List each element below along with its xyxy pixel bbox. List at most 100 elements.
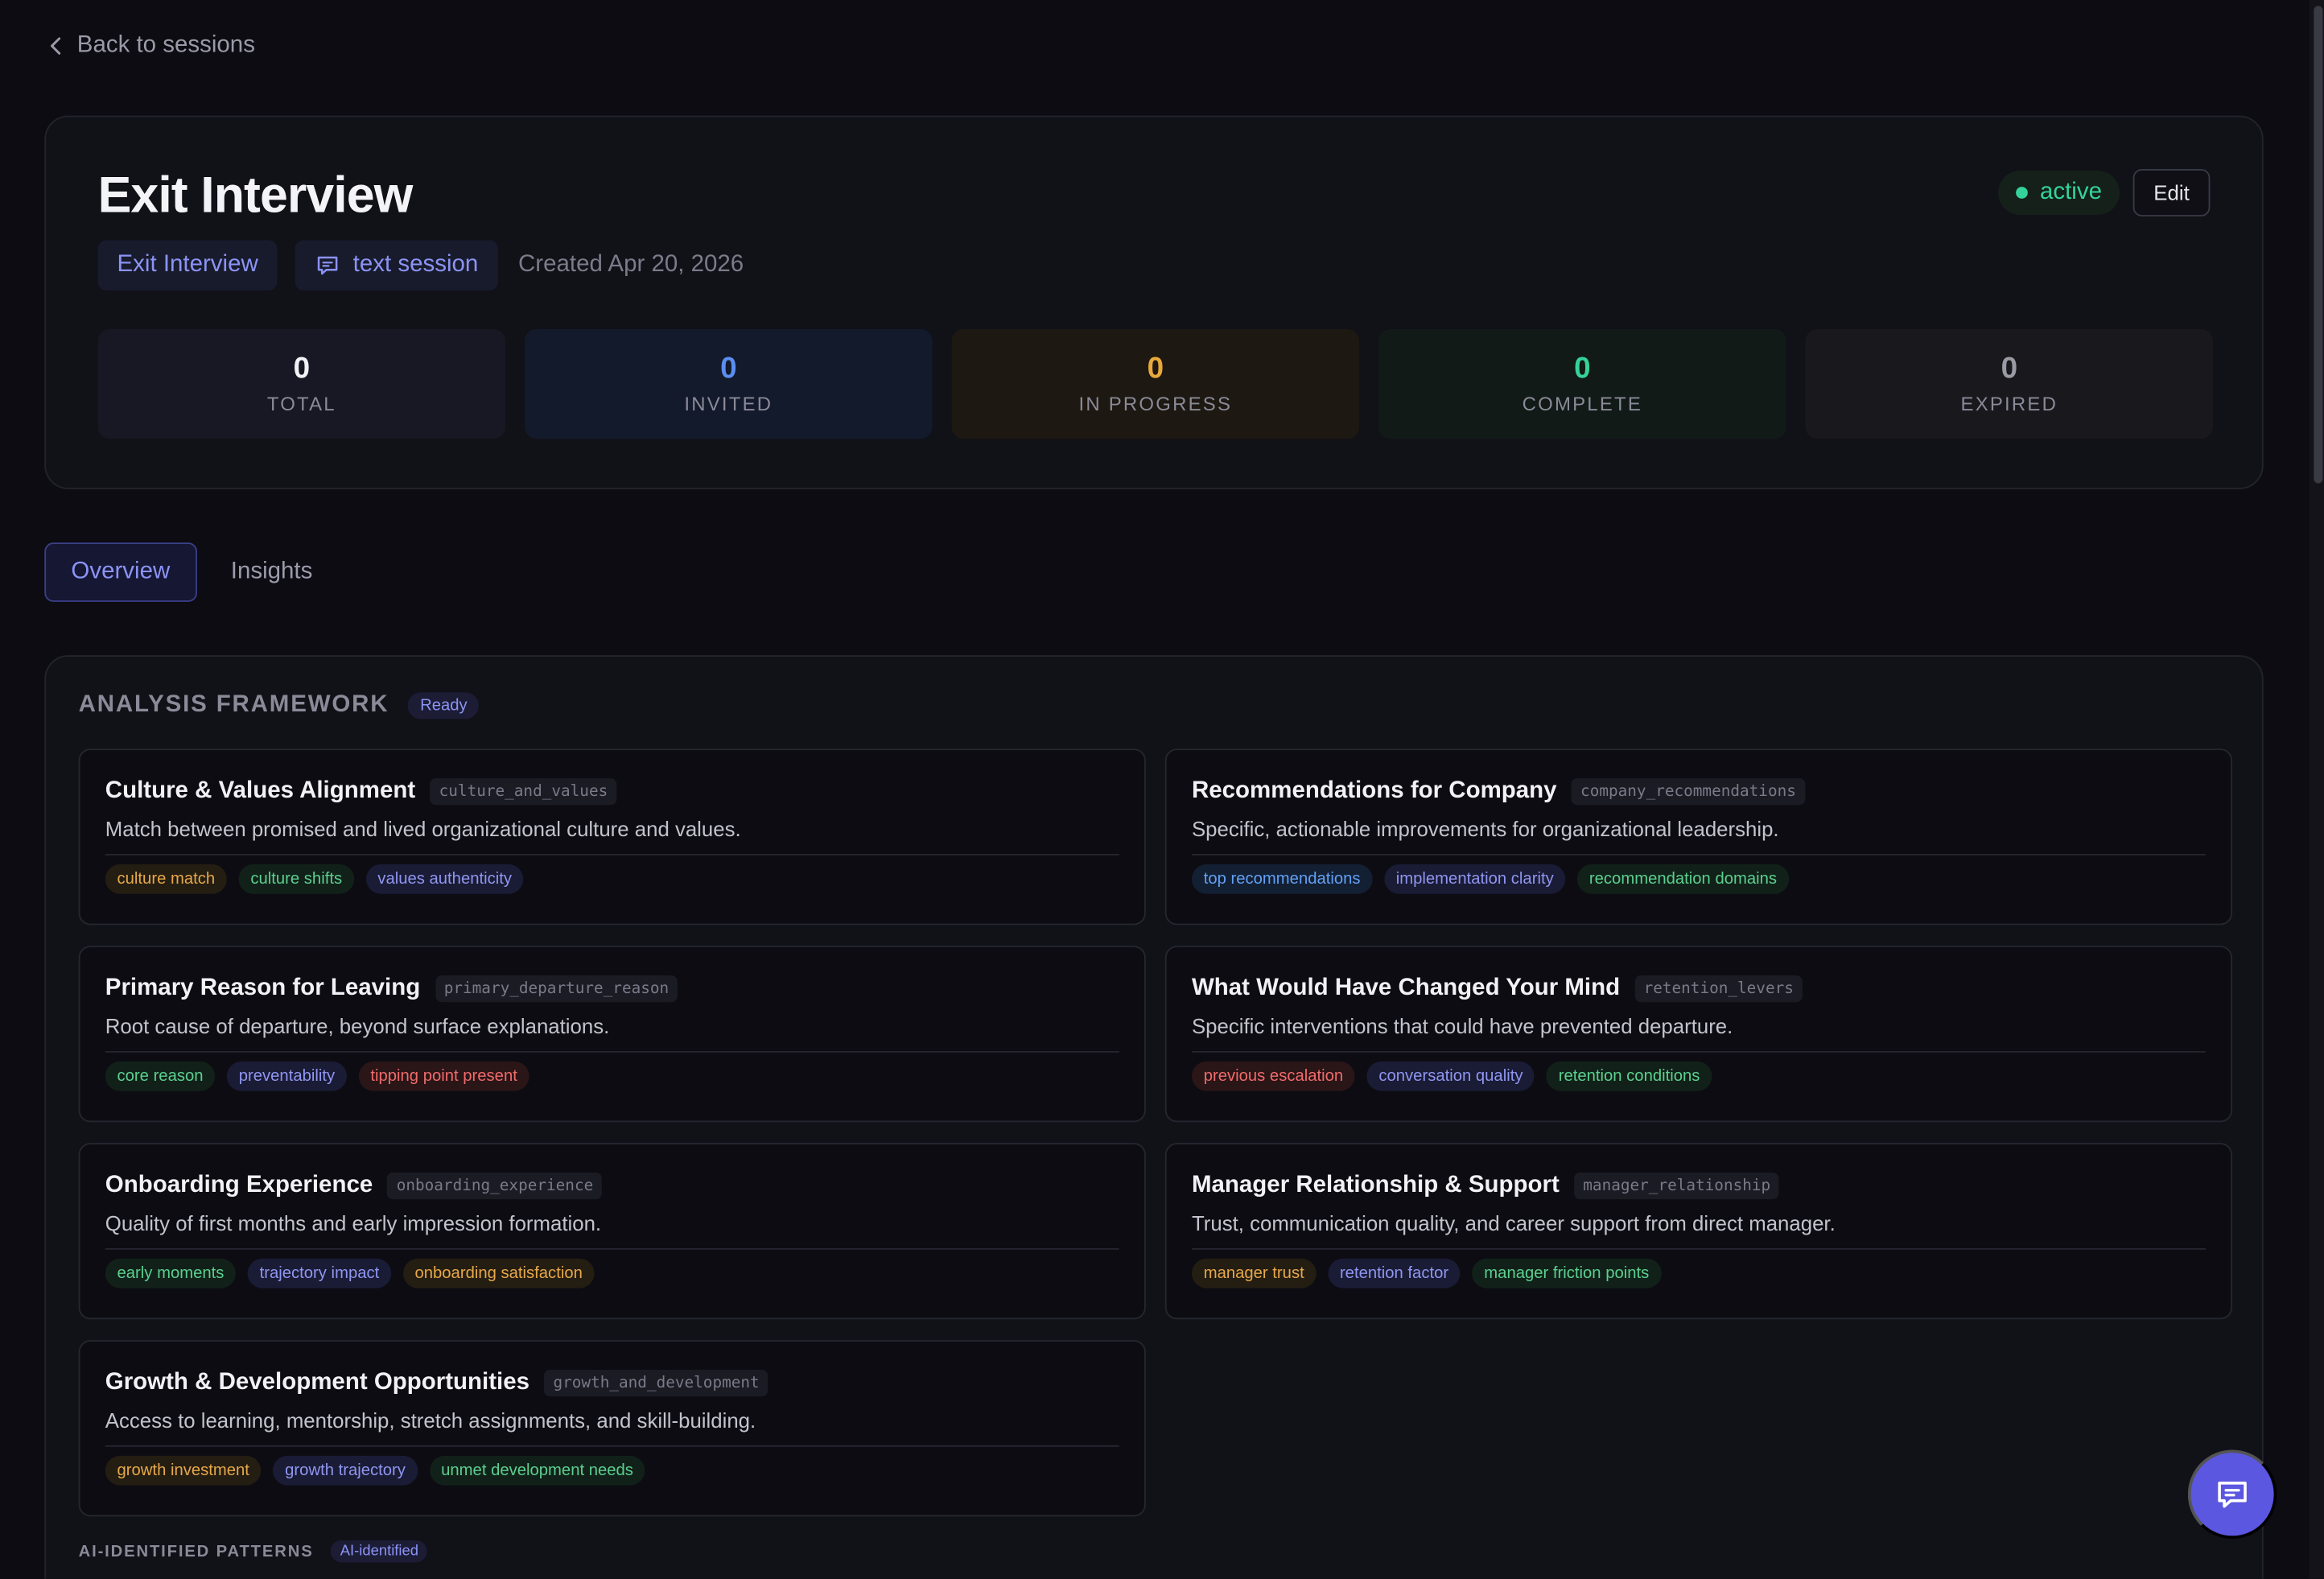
- dimension-tags: early moments trajectory impact onboardi…: [105, 1258, 1119, 1288]
- signal-tag: core reason: [105, 1061, 216, 1091]
- stat-in-progress-label: IN PROGRESS: [1078, 393, 1233, 415]
- signal-tag: growth investment: [105, 1455, 262, 1486]
- ai-patterns-badge: AI-identified: [331, 1540, 428, 1563]
- dimension-description: Access to learning, mentorship, stretch …: [105, 1408, 1119, 1447]
- signal-tag: previous escalation: [1191, 1061, 1355, 1091]
- signal-tag: manager trust: [1191, 1258, 1317, 1288]
- stat-expired: 0 EXPIRED: [1805, 328, 2214, 439]
- dimension-grid: Culture & Values Alignment culture_and_va…: [78, 748, 2233, 1517]
- dimension-tags: core reason preventability tipping point…: [105, 1061, 1119, 1091]
- framework-header: ANALYSIS FRAMEWORK Ready: [79, 692, 480, 719]
- signal-tag: recommendation domains: [1577, 864, 1789, 894]
- tab-bar: Overview Insights: [44, 542, 337, 602]
- chevron-left-icon: [50, 37, 61, 55]
- dimension-tags: top recommendations implementation clari…: [1191, 864, 2206, 894]
- dimension-description: Specific, actionable improvements for or…: [1191, 817, 2206, 855]
- stat-invited-value: 0: [720, 352, 737, 385]
- status-label: active: [2039, 179, 2102, 205]
- signal-tag: retention factor: [1328, 1258, 1461, 1288]
- dimension-title: Manager Relationship & Support: [1191, 1173, 1560, 1198]
- stat-complete-label: COMPLETE: [1522, 393, 1643, 415]
- dimension-tags: culture match culture shifts values auth…: [105, 864, 1119, 894]
- back-link-label: Back to sessions: [76, 32, 255, 58]
- message-square-icon: [318, 256, 338, 275]
- stats-row: 0 TOTAL 0 INVITED 0 IN PROGRESS 0 COMPLE…: [97, 328, 2214, 439]
- status-dot-icon: [2016, 187, 2029, 199]
- stat-invited-label: INVITED: [684, 393, 773, 415]
- scrollbar-thumb[interactable]: [2314, 6, 2323, 484]
- dimension-title: Culture & Values Alignment: [105, 778, 416, 804]
- stat-expired-label: EXPIRED: [1960, 393, 2058, 415]
- signal-tag: trajectory impact: [247, 1258, 392, 1288]
- tab-insights[interactable]: Insights: [205, 542, 337, 602]
- signal-tag: onboarding satisfaction: [402, 1258, 595, 1288]
- message-square-icon: [2218, 1481, 2247, 1508]
- stat-total: 0 TOTAL: [97, 328, 506, 439]
- dimension-card[interactable]: Manager Relationship & Support manager_re…: [1164, 1143, 2233, 1320]
- dimension-card[interactable]: Growth & Development Opportunities growth…: [78, 1340, 1146, 1517]
- signal-tag: culture match: [105, 864, 227, 894]
- dimension-title: Onboarding Experience: [105, 1173, 373, 1198]
- dimension-title: Primary Reason for Leaving: [105, 975, 421, 1001]
- tab-overview[interactable]: Overview: [44, 542, 197, 602]
- dimension-key: manager_relationship: [1574, 1173, 1780, 1200]
- stat-total-value: 0: [293, 352, 311, 385]
- status-badge: active: [1998, 170, 2120, 216]
- signal-tag: retention conditions: [1546, 1061, 1712, 1091]
- session-meta: Exit Interview text session Created Apr …: [97, 240, 744, 291]
- dimension-card[interactable]: Primary Reason for Leaving primary_depart…: [78, 946, 1146, 1123]
- ai-patterns-title: AI-IDENTIFIED PATTERNS: [78, 1542, 314, 1560]
- signal-tag: unmet development needs: [429, 1455, 645, 1486]
- dimension-key: primary_departure_reason: [435, 975, 678, 1003]
- dimension-title: Recommendations for Company: [1191, 778, 1557, 804]
- dimension-key: onboarding_experience: [387, 1173, 603, 1200]
- framework-status-badge: Ready: [408, 692, 480, 719]
- dimension-key: company_recommendations: [1572, 778, 1805, 806]
- dimension-tags: previous escalation conversation quality…: [1191, 1061, 2206, 1091]
- template-chip-label: Exit Interview: [117, 252, 258, 278]
- analysis-framework-card: ANALYSIS FRAMEWORK Ready Culture & Value…: [44, 655, 2264, 1579]
- created-date: Created Apr 20, 2026: [518, 252, 744, 278]
- dimension-title: What Would Have Changed Your Mind: [1191, 975, 1621, 1001]
- template-chip: Exit Interview: [97, 240, 278, 291]
- dimension-tags: growth investment growth trajectory unme…: [105, 1455, 1119, 1486]
- dimension-card[interactable]: Onboarding Experience onboarding_experien…: [78, 1143, 1146, 1320]
- dimension-description: Match between promised and lived organiz…: [105, 817, 1119, 855]
- session-detail-page: Back to sessions Exit Interview Exit Int…: [0, 0, 2324, 1579]
- dimension-description: Root cause of departure, beyond surface …: [105, 1014, 1119, 1053]
- dimension-card[interactable]: Culture & Values Alignment culture_and_va…: [78, 748, 1146, 926]
- dimension-card[interactable]: What Would Have Changed Your Mind retenti…: [1164, 946, 2233, 1123]
- stat-expired-value: 0: [2001, 352, 2018, 385]
- page-title: Exit Interview: [97, 167, 414, 225]
- dimension-key: growth_and_development: [544, 1370, 768, 1397]
- session-header-card: Exit Interview Exit Interview text sessi…: [44, 115, 2264, 489]
- signal-tag: early moments: [105, 1258, 237, 1288]
- stat-total-label: TOTAL: [266, 393, 336, 415]
- stat-invited: 0 INVITED: [525, 328, 933, 439]
- dimension-tags: manager trust retention factor manager f…: [1191, 1258, 2206, 1288]
- signal-tag: tipping point present: [358, 1061, 529, 1091]
- chat-button[interactable]: [2187, 1449, 2277, 1539]
- dimension-card[interactable]: Recommendations for Company company_recom…: [1164, 748, 2233, 926]
- stat-in-progress-value: 0: [1147, 352, 1164, 385]
- session-type-label: text session: [352, 252, 479, 278]
- ai-patterns-header: AI-IDENTIFIED PATTERNS AI-identified: [78, 1540, 428, 1563]
- framework-title: ANALYSIS FRAMEWORK: [78, 692, 389, 718]
- dimension-key: culture_and_values: [430, 778, 617, 806]
- signal-tag: top recommendations: [1191, 864, 1373, 894]
- signal-tag: growth trajectory: [273, 1455, 418, 1486]
- signal-tag: conversation quality: [1366, 1061, 1535, 1091]
- edit-button[interactable]: Edit: [2132, 168, 2211, 216]
- dimension-description: Specific interventions that could have p…: [1191, 1014, 2206, 1053]
- dimension-title: Growth & Development Opportunities: [105, 1370, 530, 1396]
- dimension-description: Quality of first months and early impres…: [105, 1211, 1119, 1250]
- dimension-description: Trust, communication quality, and career…: [1191, 1211, 2206, 1250]
- stat-complete-value: 0: [1574, 352, 1591, 385]
- signal-tag: implementation clarity: [1384, 864, 1566, 894]
- signal-tag: culture shifts: [238, 864, 354, 894]
- stat-in-progress: 0 IN PROGRESS: [951, 328, 1360, 439]
- signal-tag: manager friction points: [1472, 1258, 1662, 1288]
- signal-tag: values authenticity: [365, 864, 524, 894]
- back-link[interactable]: Back to sessions: [47, 33, 255, 60]
- signal-tag: preventability: [226, 1061, 347, 1091]
